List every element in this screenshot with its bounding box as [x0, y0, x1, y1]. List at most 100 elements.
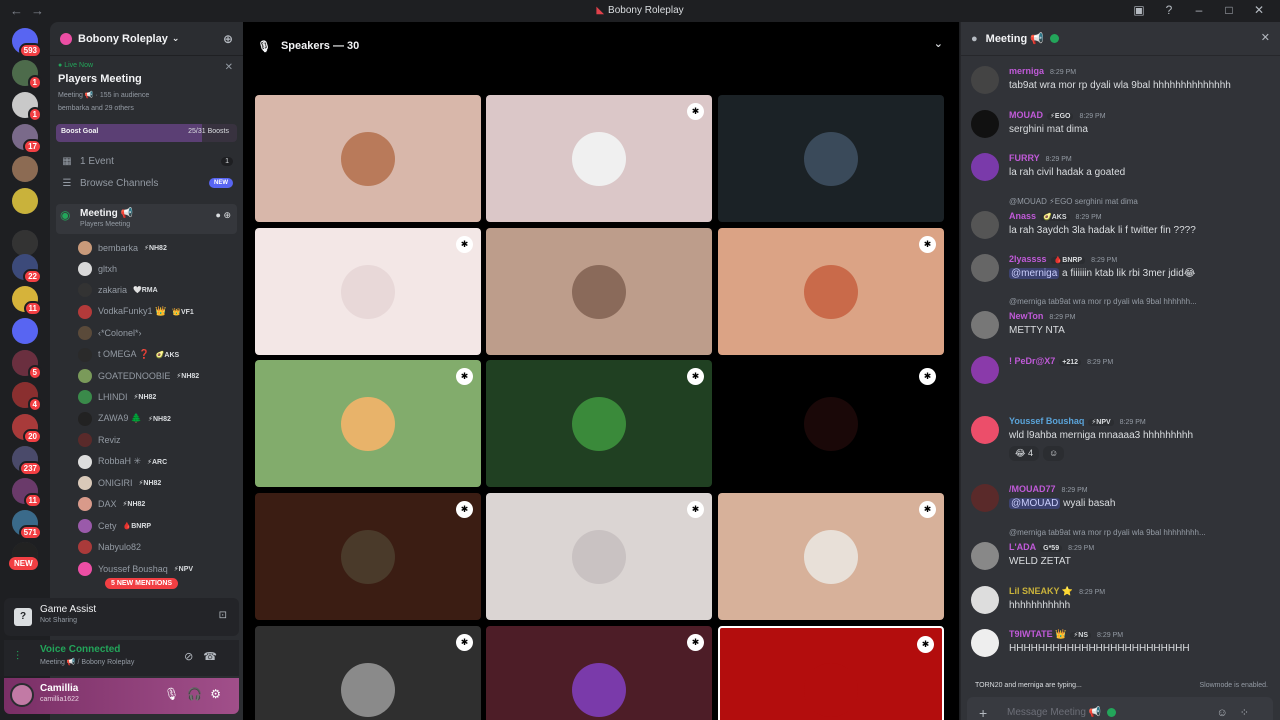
user-controls[interactable]: 🎙🎧⚙ [164, 687, 229, 701]
new-mentions-pill[interactable]: 5 NEW MENTIONS [105, 578, 179, 589]
plus-icon[interactable]: + [979, 705, 987, 720]
message-author[interactable]: NewTon [1009, 311, 1043, 321]
server-icon-10[interactable] [12, 318, 38, 344]
speaker-tile[interactable]: ✱ [486, 626, 712, 720]
avatar[interactable] [10, 683, 34, 707]
reaction-chip[interactable]: 😂 4 [1009, 446, 1040, 461]
avatar[interactable] [971, 110, 999, 138]
voice-member[interactable]: LHINDI ⚡NH82 [50, 387, 243, 408]
voice-channel-meeting[interactable]: ◉ Meeting 📢 Players Meeting ● ⊕ [56, 204, 237, 234]
speaker-tile[interactable]: ✱ [486, 360, 712, 487]
server-icon-2[interactable]: 1 [12, 60, 42, 90]
speaker-tile[interactable]: ✱ [255, 626, 481, 720]
message-author[interactable]: T9IWTATE 👑 [1009, 629, 1066, 639]
speaker-tile[interactable]: ✱ [718, 360, 944, 487]
browse-channels-row[interactable]: ☰ Browse Channels NEW [50, 172, 243, 194]
voice-member[interactable]: Reviz [50, 430, 243, 451]
speaker-tile[interactable]: ✱ [255, 493, 481, 620]
server-icon-14[interactable]: 237 [12, 446, 42, 476]
voice-member[interactable]: ZAWA9 🌲 ⚡NH82 [50, 408, 243, 429]
close-icon[interactable]: ✕ [1244, 3, 1274, 17]
message-author[interactable]: 2lyassss [1009, 254, 1047, 264]
close-icon[interactable]: ✕ [1261, 31, 1270, 44]
speaker-tile[interactable]: ✱ [718, 228, 944, 355]
inbox-icon[interactable]: ▣ [1124, 3, 1154, 17]
speaker-tile[interactable]: ✱ [718, 626, 944, 720]
events-row[interactable]: ▦ 1 Event 1 [50, 150, 243, 172]
server-icon-3[interactable]: 1 [12, 92, 42, 122]
headphones-icon[interactable]: 🎧 [187, 687, 210, 701]
speaker-tile[interactable] [255, 95, 481, 222]
voice-member[interactable]: RobbaH ✳ ⚡ARC [50, 451, 243, 472]
game-assist-panel[interactable]: ? Game Assist Not Sharing ⊡ [4, 598, 239, 636]
server-header[interactable]: Bobony Roleplay ⌄ ⊕ [50, 22, 243, 56]
reply-preview[interactable]: @merniga tab9at wra mor rp dyali wla 9ba… [1009, 528, 1206, 537]
message-author[interactable]: FURRY [1009, 153, 1040, 163]
voice-member[interactable]: DAX ⚡NH82 [50, 494, 243, 515]
chevron-down-icon[interactable]: ⌄ [934, 37, 943, 50]
message-author[interactable]: merniga [1009, 66, 1044, 76]
message-composer[interactable]: + Message Meeting 📢 ☺⁘ [967, 697, 1273, 720]
share-screen-icon[interactable]: ⊡ [219, 610, 227, 621]
user-mention[interactable]: @merniga [1009, 268, 1060, 279]
help-icon[interactable]: ? [1154, 3, 1184, 17]
avatar[interactable] [971, 542, 999, 570]
avatar[interactable] [971, 254, 999, 282]
gear-icon[interactable]: ⚙ [210, 687, 229, 701]
message-author[interactable]: L'ADA [1009, 542, 1036, 552]
voice-member[interactable]: zakaria 🤍RMA [50, 280, 243, 301]
message-input[interactable]: Message Meeting 📢 [1007, 707, 1117, 718]
voice-member[interactable]: Youssef Boushaq ⚡NPV [50, 558, 243, 579]
disconnect-icon[interactable]: ⊘☎ [184, 650, 227, 663]
emoji-icon[interactable]: ☺ [1217, 707, 1240, 719]
reply-preview[interactable]: @MOUAD ⚡EGO serghini mat dima [1009, 197, 1138, 206]
channel-actions-icon[interactable]: ● ⊕ [216, 210, 231, 221]
composer-actions[interactable]: ☺⁘ [1217, 706, 1261, 719]
avatar[interactable] [971, 153, 999, 181]
message-author[interactable]: MOUAD [1009, 110, 1043, 120]
live-stage-card[interactable]: Live Now Players Meeting Meeting 📢 · 155… [50, 56, 243, 118]
speaker-tile[interactable]: ✱ [255, 228, 481, 355]
voice-member[interactable]: gltxh [50, 258, 243, 279]
speaker-tile[interactable]: ✱ [718, 493, 944, 620]
avatar[interactable] [971, 484, 999, 512]
speaker-tile[interactable] [486, 228, 712, 355]
close-icon[interactable]: ✕ [225, 62, 233, 73]
avatar[interactable] [971, 586, 999, 614]
add-reaction-icon[interactable]: ☺ [1043, 446, 1065, 461]
user-mention[interactable]: @MOUAD [1009, 498, 1061, 509]
voice-member[interactable]: Cety 🩸BNRP [50, 515, 243, 536]
server-icon-12[interactable]: 4 [12, 382, 42, 412]
server-icon-8[interactable]: 22 [12, 254, 42, 284]
speaker-tile[interactable] [718, 95, 944, 222]
server-icon-9[interactable]: 11 [12, 286, 42, 316]
server-icon-15[interactable]: 11 [12, 478, 42, 508]
new-servers-badge[interactable]: NEW [9, 557, 38, 570]
voice-member[interactable]: Nabyulo82 [50, 536, 243, 557]
message-author[interactable]: Anass [1009, 211, 1036, 221]
voice-member[interactable]: GOATEDNOOBIE ⚡NH82 [50, 365, 243, 386]
reply-preview[interactable]: @merniga tab9at wra mor rp dyali wla 9ba… [1009, 297, 1197, 306]
server-icon-6[interactable] [12, 188, 38, 214]
server-icon-11[interactable]: 5 [12, 350, 42, 380]
server-icon-4[interactable]: 17 [12, 124, 42, 154]
avatar[interactable] [971, 629, 999, 657]
server-icon-1[interactable]: 593 [12, 28, 42, 58]
boost-goal[interactable]: Boost Goal 25/31 Boosts [56, 124, 237, 142]
speaker-tile[interactable]: ✱ [255, 360, 481, 487]
avatar[interactable] [971, 66, 999, 94]
mic-muted-icon[interactable]: 🎙 [164, 687, 187, 701]
avatar[interactable] [971, 211, 999, 239]
voice-member[interactable]: ‹*Colonel*› [50, 323, 243, 344]
speaker-tile[interactable]: ✱ [486, 95, 712, 222]
voice-member[interactable]: VodkaFunky1 👑 👑VF1 [50, 301, 243, 322]
minimize-icon[interactable]: – [1184, 3, 1214, 17]
server-icon-16[interactable]: 571 [12, 510, 42, 540]
voice-member[interactable]: t OMEGA ❓ 🥑AKS [50, 344, 243, 365]
speaker-tile[interactable]: ✱ [486, 493, 712, 620]
server-icon-7[interactable] [12, 230, 38, 256]
avatar[interactable] [971, 416, 999, 444]
message-author[interactable]: Youssef Boushaq [1009, 416, 1084, 426]
avatar[interactable] [971, 311, 999, 339]
avatar[interactable] [971, 356, 999, 384]
